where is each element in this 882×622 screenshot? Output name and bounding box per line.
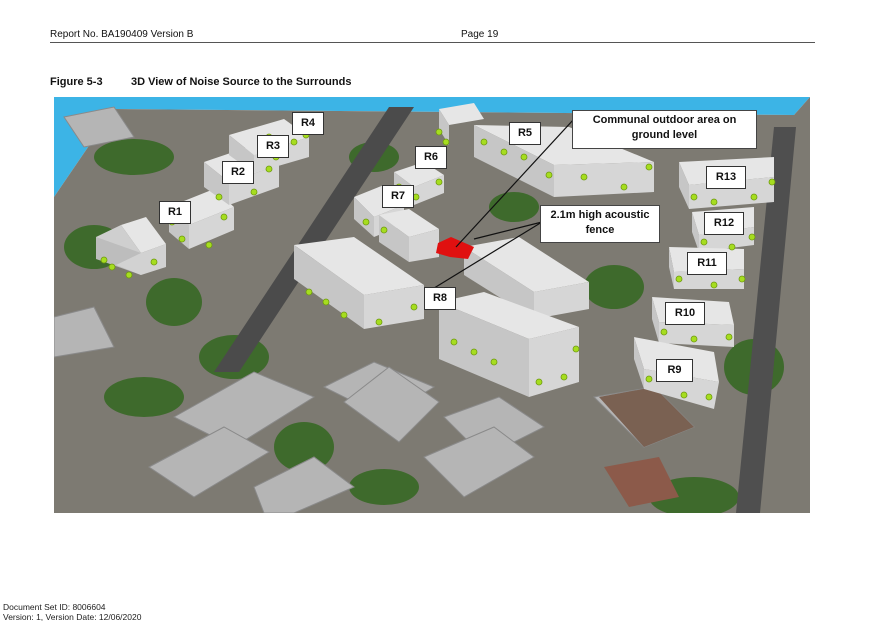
receiver-label-r8: R8	[424, 287, 456, 310]
receiver-label-r2: R2	[222, 161, 254, 184]
report-number: Report No. BA190409 Version B	[50, 29, 194, 40]
callout-acoustic-fence: 2.1m high acoustic fence	[540, 205, 660, 243]
callout-outdoor-area: Communal outdoor area on ground level	[572, 110, 757, 149]
receiver-label-r4: R4	[292, 112, 324, 135]
header-rule	[50, 42, 815, 43]
document-set-id: Document Set ID: 8006604	[3, 602, 106, 612]
page-number: Page 19	[461, 29, 499, 40]
receiver-label-r9: R9	[656, 359, 693, 382]
receiver-label-r6: R6	[415, 146, 447, 169]
receiver-label-r7: R7	[382, 185, 414, 208]
figure-number: Figure 5-3	[50, 76, 103, 88]
receiver-label-r12: R12	[704, 212, 744, 235]
receiver-label-r3: R3	[257, 135, 289, 158]
receiver-label-r11: R11	[687, 252, 727, 275]
figure-title: 3D View of Noise Source to the Surrounds	[131, 76, 352, 88]
receiver-label-r1: R1	[159, 201, 191, 224]
receiver-label-r5: R5	[509, 122, 541, 145]
aerial-3d-view: R1 R2 R3 R4 R5 R6 R7 R8 R9 R10 R11 R12 R…	[54, 97, 810, 513]
receiver-label-r13: R13	[706, 166, 746, 189]
receiver-label-r10: R10	[665, 302, 705, 325]
document-version: Version: 1, Version Date: 12/06/2020	[3, 612, 142, 622]
